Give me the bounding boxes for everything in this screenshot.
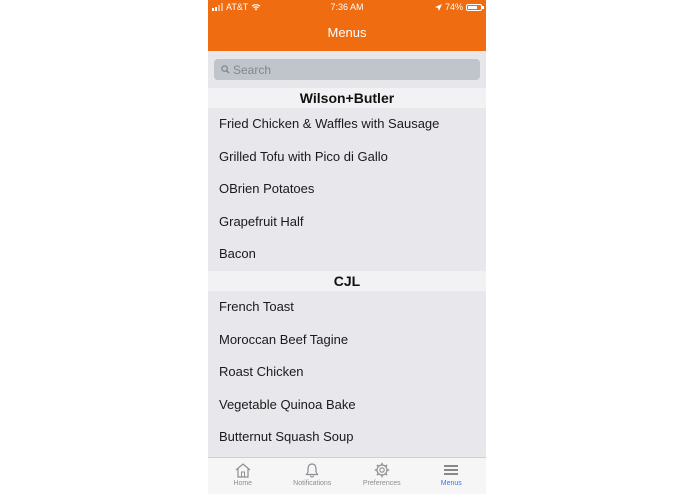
battery-icon [466,3,484,11]
search-icon [221,65,230,74]
tab-label: Menus [440,480,462,487]
tab-bar: Home Notifications Preferences Menus [208,457,486,494]
tab-label: Preferences [362,480,401,487]
menu-list: Wilson+Butler Fried Chicken & Waffles wi… [208,88,486,454]
page-title: Menus [327,25,367,40]
status-bar: AT&T 7:36 AM 74% [208,0,486,15]
list-item[interactable]: Moroccan Beef Tagine [208,323,486,357]
bell-icon [305,463,319,478]
gear-icon [374,462,389,478]
tab-home[interactable]: Home [208,458,278,494]
tab-label: Notifications [293,480,332,487]
home-icon [235,463,251,478]
tab-menus[interactable]: Menus [417,458,487,494]
search-input[interactable] [233,62,463,77]
list-item[interactable]: Bacon [208,238,486,271]
list-item[interactable]: Grapefruit Half [208,205,486,239]
nav-bar: Menus [208,15,486,51]
list-item[interactable]: French Toast [208,290,486,324]
tab-notifications[interactable]: Notifications [278,458,348,494]
menu-icon [444,465,459,475]
phone-screen: AT&T 7:36 AM 74% Menus Search Wilson+But… [208,0,486,494]
list-item[interactable]: OBrien Potatoes [208,173,486,206]
search-field[interactable] [214,59,480,80]
location-arrow-icon [434,3,442,11]
tab-label: Home [233,480,253,487]
list-item[interactable]: Fried Chicken & Waffles with Sausage [208,108,486,141]
list-item[interactable]: Roast Chicken [208,356,486,389]
section-header-cjl: CJL [208,270,486,291]
section-header-wilson-butler: Wilson+Butler [208,88,486,108]
list-item[interactable]: Butternut Squash Soup [208,421,486,454]
list-item[interactable]: Grilled Tofu with Pico di Gallo [208,140,486,174]
status-right: 74% [434,2,484,12]
battery-percent: 74% [444,2,463,12]
tab-preferences[interactable]: Preferences [347,458,417,494]
search-bar-container [208,51,486,88]
list-item[interactable]: Vegetable Quinoa Bake [208,388,486,422]
